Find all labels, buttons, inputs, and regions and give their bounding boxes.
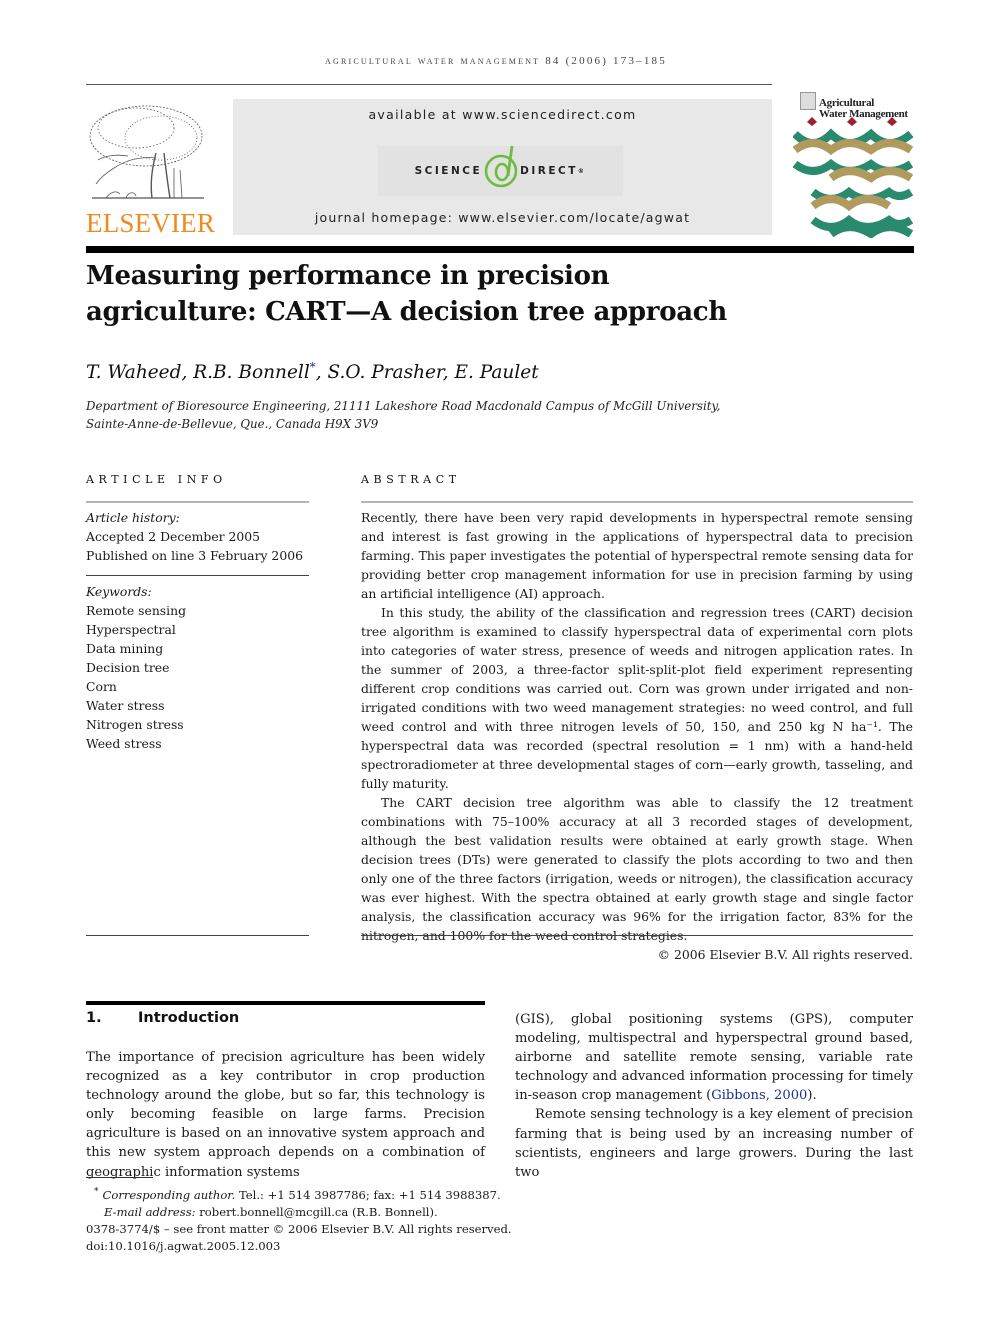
sciencedirect-logo[interactable]: SCIENCE DIRECT ® <box>378 145 623 196</box>
abstract-body: Recently, there have been very rapid dev… <box>361 508 913 964</box>
keyword: Corn <box>86 679 117 694</box>
title-line2: agriculture: CART—A decision tree approa… <box>86 297 727 327</box>
sd-logo-registered: ® <box>577 167 587 175</box>
keywords-label: Keywords: <box>86 584 152 599</box>
email-footnote: E-mail address: robert.bonnell@mcgill.ca… <box>86 1204 556 1221</box>
section-heading: 1. Introduction <box>86 1010 239 1026</box>
title-line1: Measuring performance in precision <box>86 261 610 291</box>
abstract-paragraph: The CART decision tree algorithm was abl… <box>361 795 913 943</box>
sciencedirect-banner: available at www.sciencedirect.com SCIEN… <box>233 99 772 235</box>
cover-pattern-icon <box>793 117 914 238</box>
abstract-rule <box>361 501 913 503</box>
authors-rest: , S.O. Prasher, E. Paulet <box>315 362 539 384</box>
keyword: Decision tree <box>86 660 170 675</box>
keywords-block: Keywords: Remote sensing Hyperspectral D… <box>86 582 309 753</box>
doi[interactable]: doi:10.1016/j.agwat.2005.12.003 <box>86 1238 556 1255</box>
abstract-bottom-rule <box>361 935 913 936</box>
email-address[interactable]: robert.bonnell@mcgill.ca (R.B. Bonnell). <box>196 1205 437 1219</box>
intro-text: ). <box>807 1088 817 1104</box>
journal-cover[interactable]: Agricultural Water Management <box>793 88 915 238</box>
masthead-rule <box>86 246 914 253</box>
abstract-paragraph: In this study, the ability of the classi… <box>361 605 913 791</box>
running-head: agricultural water management 84 (2006) … <box>325 55 667 67</box>
article-info-heading: ARTICLE INFO <box>86 473 227 486</box>
section-number: 1. <box>86 1010 102 1026</box>
history-label: Article history: <box>86 510 180 525</box>
email-label: E-mail address: <box>104 1204 196 1219</box>
keyword: Nitrogen stress <box>86 717 184 732</box>
keyword: Data mining <box>86 641 164 656</box>
history-divider <box>86 575 309 576</box>
author-list: T. Waheed, R.B. Bonnell*, S.O. Prasher, … <box>86 360 539 383</box>
header-rule <box>86 84 772 85</box>
cover-elsevier-thumbnail <box>800 92 816 110</box>
sd-at-icon <box>484 145 518 196</box>
keyword: Hyperspectral <box>86 622 176 637</box>
section-rule <box>86 1001 485 1005</box>
article-info-bottom-rule <box>86 935 309 936</box>
sd-logo-direct: DIRECT <box>520 165 578 177</box>
front-matter: 0378-3774/$ – see front matter © 2006 El… <box>86 1221 512 1236</box>
abstract-copyright: © 2006 Elsevier B.V. All rights reserved… <box>657 947 913 962</box>
intro-right-column: (GIS), global positioning systems (GPS),… <box>515 1010 913 1182</box>
available-at-link[interactable]: available at www.sciencedirect.com <box>233 107 772 122</box>
keyword: Remote sensing <box>86 603 187 618</box>
footnote-mark: * <box>94 1187 99 1197</box>
keyword: Water stress <box>86 698 165 713</box>
abstract-paragraph: Recently, there have been very rapid dev… <box>361 510 913 601</box>
elsevier-tree-icon <box>89 105 204 199</box>
elsevier-logo[interactable]: ELSEVIER <box>86 98 216 238</box>
authors-first: T. Waheed, R.B. Bonnell <box>86 362 310 384</box>
section-title: Introduction <box>138 1010 240 1026</box>
article-history: Article history: Accepted 2 December 200… <box>86 508 309 565</box>
keyword: Weed stress <box>86 736 162 751</box>
article-info-rule <box>86 501 309 503</box>
footnotes: * Corresponding author. Tel.: +1 514 3987… <box>86 1184 556 1255</box>
citation-link[interactable]: Gibbons, 2000 <box>711 1088 807 1103</box>
sd-logo-science: SCIENCE <box>414 165 483 177</box>
corresponding-contact: Tel.: +1 514 3987786; fax: +1 514 398838… <box>235 1187 501 1202</box>
published-date: Published on line 3 February 2006 <box>86 548 303 563</box>
journal-homepage-link[interactable]: journal homepage: www.elsevier.com/locat… <box>233 210 772 225</box>
intro-paragraph: (GIS), global positioning systems (GPS),… <box>515 1010 913 1105</box>
affiliation-line1: Department of Bioresource Engineering, 2… <box>86 399 721 413</box>
intro-paragraph: The importance of precision agriculture … <box>86 1050 485 1180</box>
corresponding-label: Corresponding author. <box>102 1187 236 1202</box>
article-title: Measuring performance in precision agric… <box>86 258 786 330</box>
affiliation-line2: Sainte-Anne-de-Bellevue, Que., Canada H9… <box>86 417 379 431</box>
accepted-date: Accepted 2 December 2005 <box>86 529 261 544</box>
intro-paragraph: Remote sensing technology is a key eleme… <box>515 1107 913 1180</box>
corresponding-footnote: * Corresponding author. Tel.: +1 514 3987… <box>86 1184 556 1204</box>
elsevier-wordmark: ELSEVIER <box>86 208 216 238</box>
footnote-rule <box>86 1177 153 1178</box>
intro-left-column: The importance of precision agriculture … <box>86 1048 485 1182</box>
abstract-heading: ABSTRACT <box>361 473 461 486</box>
affiliation: Department of Bioresource Engineering, 2… <box>86 397 726 433</box>
